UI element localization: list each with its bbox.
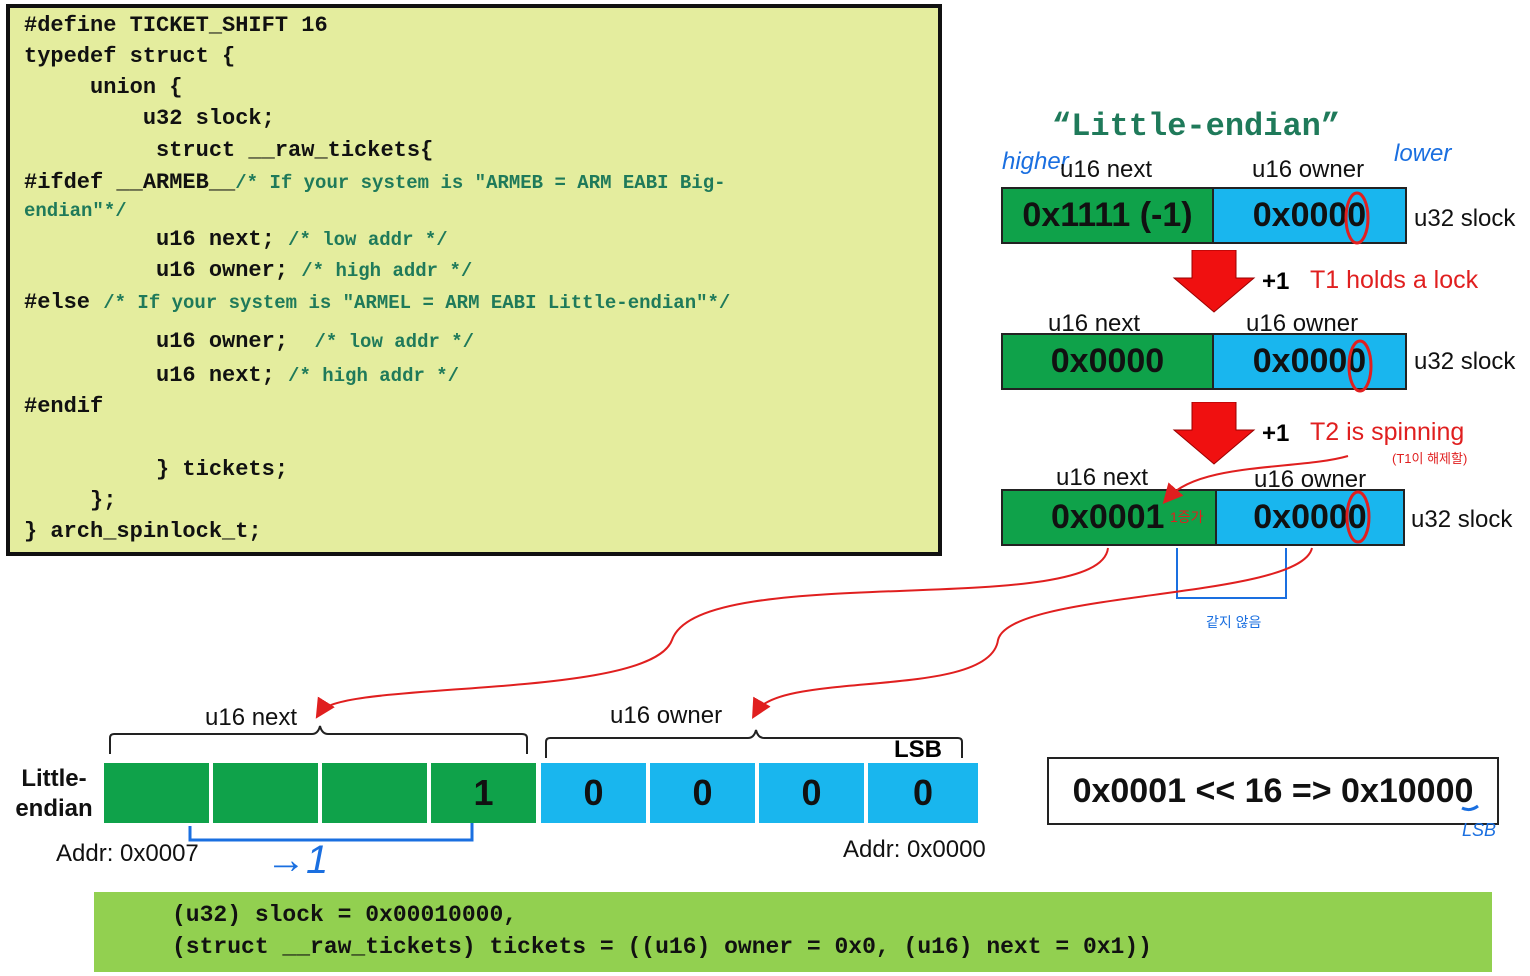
- byte-cell: 1: [431, 763, 539, 823]
- code-line: #ifdef __ARMEB__/* If your system is "AR…: [24, 170, 726, 196]
- addr-low: Addr: 0x0000: [843, 836, 986, 863]
- code-text: #endif: [24, 394, 104, 419]
- row3-owner-value: 0x0000: [1215, 489, 1405, 546]
- code-line: } arch_spinlock_t;: [24, 519, 262, 545]
- code-comment: /* If your system is "ARMEB = ARM EABI B…: [235, 172, 726, 194]
- row2-next-value: 0x0000: [1001, 333, 1214, 390]
- diagram-title: “Little-endian”: [1052, 108, 1341, 145]
- row2-slock-label: u32 slock: [1414, 348, 1516, 375]
- memory-row-label: Little- endian: [12, 764, 96, 824]
- memory-lsb-label: LSB: [894, 736, 942, 763]
- down-arrow-2: [1172, 401, 1256, 471]
- code-line: u16 owner; /* low addr */: [24, 329, 474, 355]
- code-text: u32 slock;: [24, 106, 275, 131]
- code-text: } arch_spinlock_t;: [24, 519, 262, 544]
- row1-next-value: 0x1111 (-1): [1001, 187, 1214, 244]
- code-line: u16 next; /* high addr */: [24, 363, 459, 389]
- next-brace: [109, 725, 528, 754]
- code-line: };: [24, 488, 116, 514]
- byte-cell: 0: [650, 763, 758, 823]
- note-higher: higher: [1002, 148, 1069, 175]
- code-line: endian"*/: [24, 198, 127, 224]
- summary-line-2: (struct __raw_tickets) tickets = ((u16) …: [172, 934, 1152, 960]
- row1-owner-value: 0x0000: [1212, 187, 1407, 244]
- code-text: u16 next;: [24, 363, 289, 388]
- down-arrow-1: [1172, 249, 1256, 319]
- code-text: } tickets;: [24, 457, 289, 482]
- byte-bracket: [188, 822, 474, 842]
- note-below: 같지 않음: [1206, 614, 1262, 630]
- next-curve: [315, 547, 1109, 719]
- shift-expression-box: 0x0001 << 16 => 0x10000: [1047, 757, 1499, 825]
- code-comment: /* low addr */: [288, 229, 448, 251]
- code-comment: endian"*/: [24, 200, 127, 222]
- byte-cell: 0: [759, 763, 867, 823]
- byte-cell: [213, 763, 321, 823]
- code-line: u16 owner; /* high addr */: [24, 258, 472, 284]
- code-line: u32 slock;: [24, 106, 275, 132]
- memory-owner-label: u16 owner: [610, 702, 723, 729]
- step2-plus: +1: [1262, 420, 1290, 447]
- code-comment: /* high addr */: [288, 365, 460, 387]
- summary-bar: (u32) slock = 0x00010000, (struct __raw_…: [94, 892, 1492, 972]
- code-line: #define TICKET_SHIFT 16: [24, 13, 328, 39]
- code-text: u16 owner;: [24, 258, 302, 283]
- row2-owner-value: 0x0000: [1212, 333, 1407, 390]
- row3-next-label: u16 next: [1056, 464, 1149, 491]
- note-lower: lower: [1394, 140, 1452, 167]
- memory-row-label-line1: Little-: [21, 765, 87, 792]
- step2-text: T2 is spinning: [1310, 418, 1465, 446]
- code-text: u16 owner;: [24, 329, 315, 354]
- step1-plus: +1: [1262, 268, 1290, 295]
- code-line: #endif: [24, 394, 103, 420]
- code-line: } tickets;: [24, 457, 288, 483]
- shift-lsb-note: LSB: [1462, 820, 1497, 840]
- row1-slock-label: u32 slock: [1414, 205, 1516, 232]
- note-one: 1증가: [1170, 509, 1204, 525]
- memory-row-label-line2: endian: [15, 795, 93, 822]
- note-spin: (T1이 해제할): [1392, 451, 1468, 466]
- byte-cell: 0: [868, 763, 978, 823]
- code-text: };: [24, 488, 117, 513]
- code-comment: /* low addr */: [314, 331, 475, 353]
- addr-high: Addr: 0x0007: [56, 840, 199, 867]
- memory-next-label: u16 next: [205, 704, 298, 731]
- byte-cell: 0: [541, 763, 649, 823]
- code-text: #else: [24, 290, 104, 315]
- code-text: #define TICKET_SHIFT 16: [24, 13, 328, 38]
- shift-expression: 0x0001 << 16 => 0x10000: [1072, 771, 1474, 810]
- code-text: u16 next;: [24, 227, 289, 252]
- code-comment: /* high addr */: [301, 260, 473, 282]
- code-line: struct __raw_tickets{: [24, 138, 433, 164]
- code-text: #ifdef __ARMEB__: [24, 170, 236, 195]
- summary-line-1: (u32) slock = 0x00010000,: [172, 902, 518, 928]
- row1-next-label: u16 next: [1060, 156, 1153, 183]
- code-comment: /* If your system is "ARMEL = ARM EABI L…: [103, 292, 731, 314]
- code-line: union {: [24, 75, 182, 101]
- code-line: #else /* If your system is "ARMEL = ARM …: [24, 290, 730, 316]
- code-text: typedef struct {: [24, 44, 236, 69]
- row3-slock-label: u32 slock: [1411, 506, 1513, 533]
- code-line: typedef struct {: [24, 44, 235, 70]
- byte-cell: [104, 763, 212, 823]
- compare-bracket: [1176, 548, 1287, 599]
- code-text: struct __raw_tickets{: [24, 138, 434, 163]
- handwritten-arrow: →1: [266, 838, 329, 882]
- byte-cell: [322, 763, 430, 823]
- row1-owner-label: u16 owner: [1252, 156, 1365, 183]
- step1-text: T1 holds a lock: [1310, 266, 1479, 294]
- code-text: union {: [24, 75, 183, 100]
- code-line: u16 next; /* low addr */: [24, 227, 448, 253]
